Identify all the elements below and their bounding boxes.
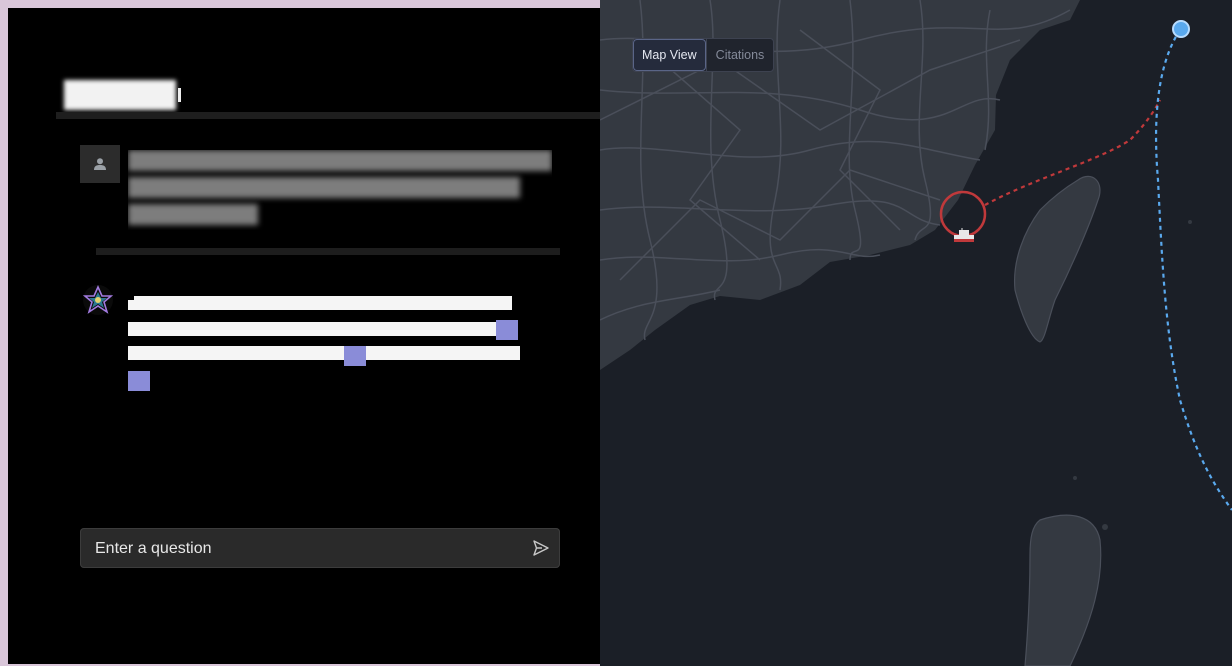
map-panel[interactable]: Map View Citations [600,0,1232,666]
map-view-tabs: Map View Citations [632,38,775,72]
tab-map-view[interactable]: Map View [633,39,706,71]
user-icon [94,158,106,170]
alert-zone-circle [939,190,987,238]
citation-badge[interactable] [128,371,150,391]
user-avatar [80,145,120,183]
ship-icon [954,228,974,242]
assistant-logo-icon [82,285,114,315]
page-title-redacted [64,80,176,110]
question-input[interactable] [86,529,527,569]
question-composer [80,528,560,569]
citation-badge[interactable] [344,346,366,366]
title-cursor [178,88,181,102]
location-marker-icon [1172,20,1190,38]
message-divider [96,248,560,255]
blue-route-line [1154,29,1232,511]
chat-panel [8,8,600,664]
assistant-message-redacted [128,288,528,391]
island-landmass [1024,514,1102,666]
tab-citations[interactable]: Citations [705,39,774,71]
map-canvas[interactable] [600,0,1232,666]
citation-badge[interactable] [496,320,518,340]
send-icon[interactable] [532,539,550,557]
user-message-redacted [128,150,552,230]
header-divider [56,112,600,119]
island-landmass [1013,175,1101,343]
